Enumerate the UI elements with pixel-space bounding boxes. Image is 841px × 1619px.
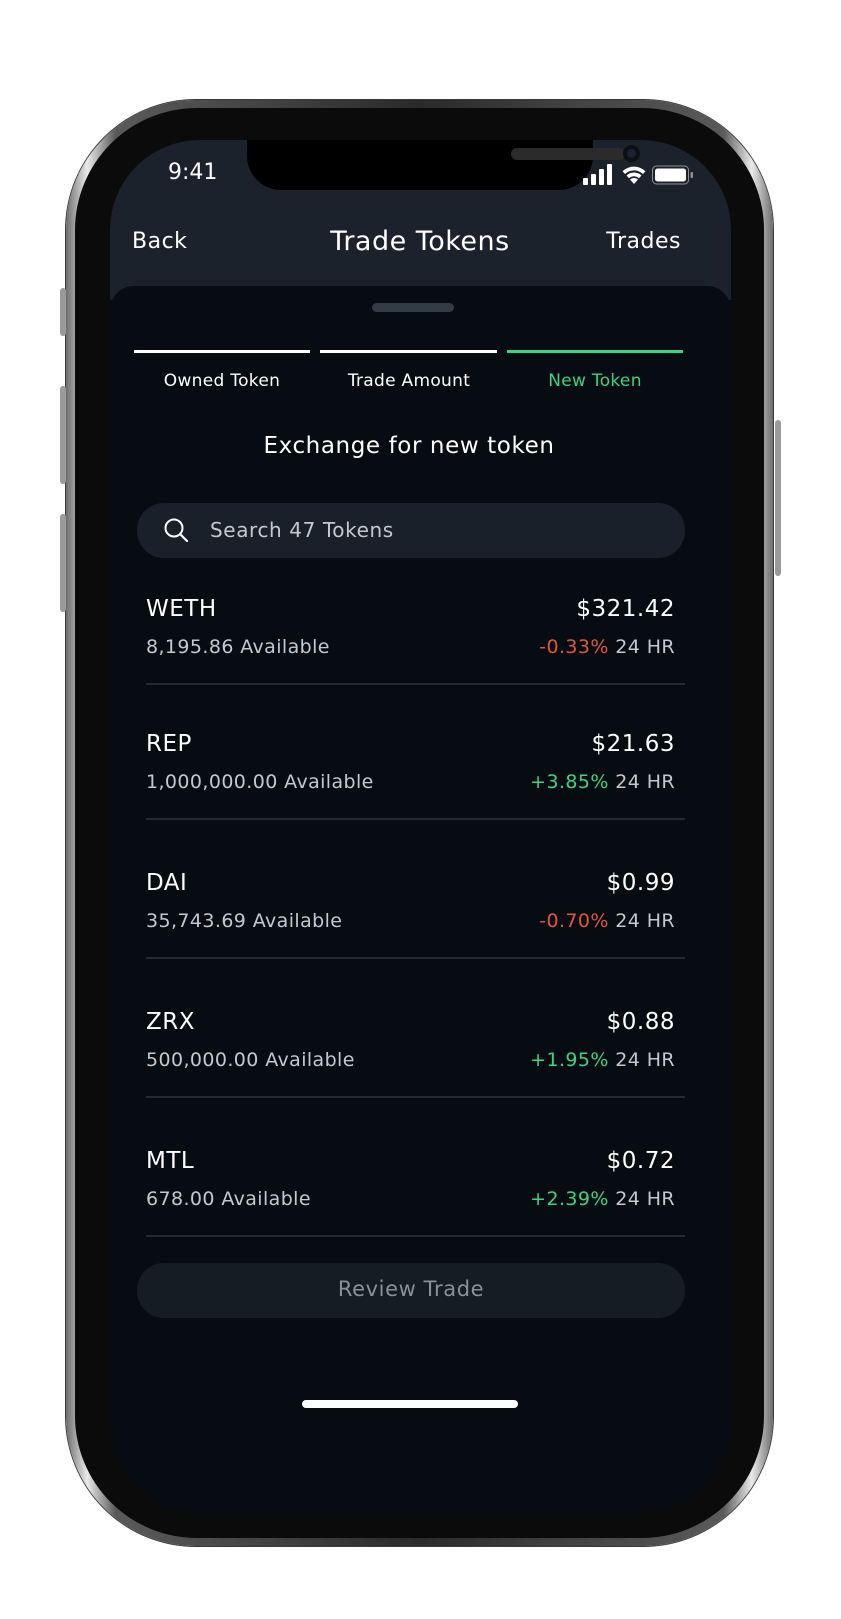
change-percent: -0.33%	[539, 636, 609, 658]
token-symbol: ZRX	[146, 1009, 195, 1035]
token-change: -0.70% 24 HR	[375, 910, 675, 932]
mute-switch	[60, 288, 66, 336]
token-symbol: DAI	[146, 870, 188, 896]
page-title: Trade Tokens	[330, 226, 510, 257]
token-price: $0.88	[606, 1009, 675, 1035]
token-row-rep[interactable]: REP 1,000,000.00 Available $21.63 +3.85%…	[110, 721, 731, 831]
token-price: $0.99	[606, 870, 675, 896]
step-new-token[interactable]: New Token	[507, 371, 683, 391]
change-period: 24 HR	[615, 1049, 675, 1071]
step-bar-new-token	[507, 350, 683, 353]
change-period: 24 HR	[615, 771, 675, 793]
change-percent: -0.70%	[539, 910, 609, 932]
token-row-zrx[interactable]: ZRX 500,000.00 Available $0.88 +1.95% 24…	[110, 999, 731, 1109]
battery-icon	[652, 165, 694, 185]
search-input[interactable]: Search 47 Tokens	[210, 518, 394, 542]
change-percent: +3.85%	[530, 771, 609, 793]
search-field[interactable]: Search 47 Tokens	[137, 503, 685, 558]
back-button[interactable]: Back	[132, 229, 187, 254]
home-indicator[interactable]	[302, 1400, 518, 1408]
change-period: 24 HR	[615, 636, 675, 658]
review-trade-button[interactable]: Review Trade	[137, 1263, 685, 1318]
token-row-mtl[interactable]: MTL 678.00 Available $0.72 +2.39% 24 HR	[110, 1138, 731, 1248]
change-period: 24 HR	[615, 1188, 675, 1210]
token-row-dai[interactable]: DAI 35,743.69 Available $0.99 -0.70% 24 …	[110, 860, 731, 970]
token-price: $321.42	[576, 596, 675, 622]
token-change: +3.85% 24 HR	[375, 771, 675, 793]
step-owned-token[interactable]: Owned Token	[134, 371, 310, 391]
sheet-grabber[interactable]	[372, 303, 454, 312]
review-trade-label: Review Trade	[337, 1277, 485, 1301]
row-divider	[146, 683, 685, 685]
row-divider	[146, 818, 685, 820]
phone-screen: 9:41 Back Trade Tokens Trades Owned Toke…	[110, 140, 731, 1513]
token-available: 35,743.69 Available	[146, 910, 343, 932]
notch	[247, 140, 640, 190]
cellular-signal-icon	[582, 164, 612, 186]
token-change: +2.39% 24 HR	[375, 1188, 675, 1210]
search-icon	[163, 517, 189, 543]
step-bar-owned-token	[134, 350, 310, 353]
step-bar-trade-amount	[320, 350, 497, 353]
token-available: 500,000.00 Available	[146, 1049, 355, 1071]
change-period: 24 HR	[615, 910, 675, 932]
volume-down-button	[60, 514, 66, 612]
status-time: 9:41	[168, 160, 218, 185]
section-title: Exchange for new token	[263, 433, 555, 459]
change-percent: +1.95%	[530, 1049, 609, 1071]
token-symbol: REP	[146, 731, 192, 757]
token-row-weth[interactable]: WETH 8,195.86 Available $321.42 -0.33% 2…	[110, 586, 731, 696]
power-button	[775, 420, 781, 576]
step-trade-amount[interactable]: Trade Amount	[321, 371, 497, 391]
row-divider	[146, 957, 685, 959]
token-available: 678.00 Available	[146, 1188, 311, 1210]
trades-button[interactable]: Trades	[550, 229, 681, 254]
speaker-grille	[511, 148, 625, 160]
row-divider	[146, 1096, 685, 1098]
token-change: +1.95% 24 HR	[375, 1049, 675, 1071]
token-change: -0.33% 24 HR	[375, 636, 675, 658]
wifi-icon	[620, 163, 648, 185]
change-percent: +2.39%	[530, 1188, 609, 1210]
row-divider	[146, 1235, 685, 1237]
front-camera	[623, 145, 640, 162]
token-price: $21.63	[591, 731, 675, 757]
volume-up-button	[60, 386, 66, 484]
token-price: $0.72	[606, 1148, 675, 1174]
token-symbol: WETH	[146, 596, 217, 622]
token-available: 8,195.86 Available	[146, 636, 330, 658]
token-symbol: MTL	[146, 1148, 195, 1174]
token-available: 1,000,000.00 Available	[146, 771, 374, 793]
bottom-sheet: Owned Token Trade Amount New Token Excha…	[110, 286, 731, 1513]
